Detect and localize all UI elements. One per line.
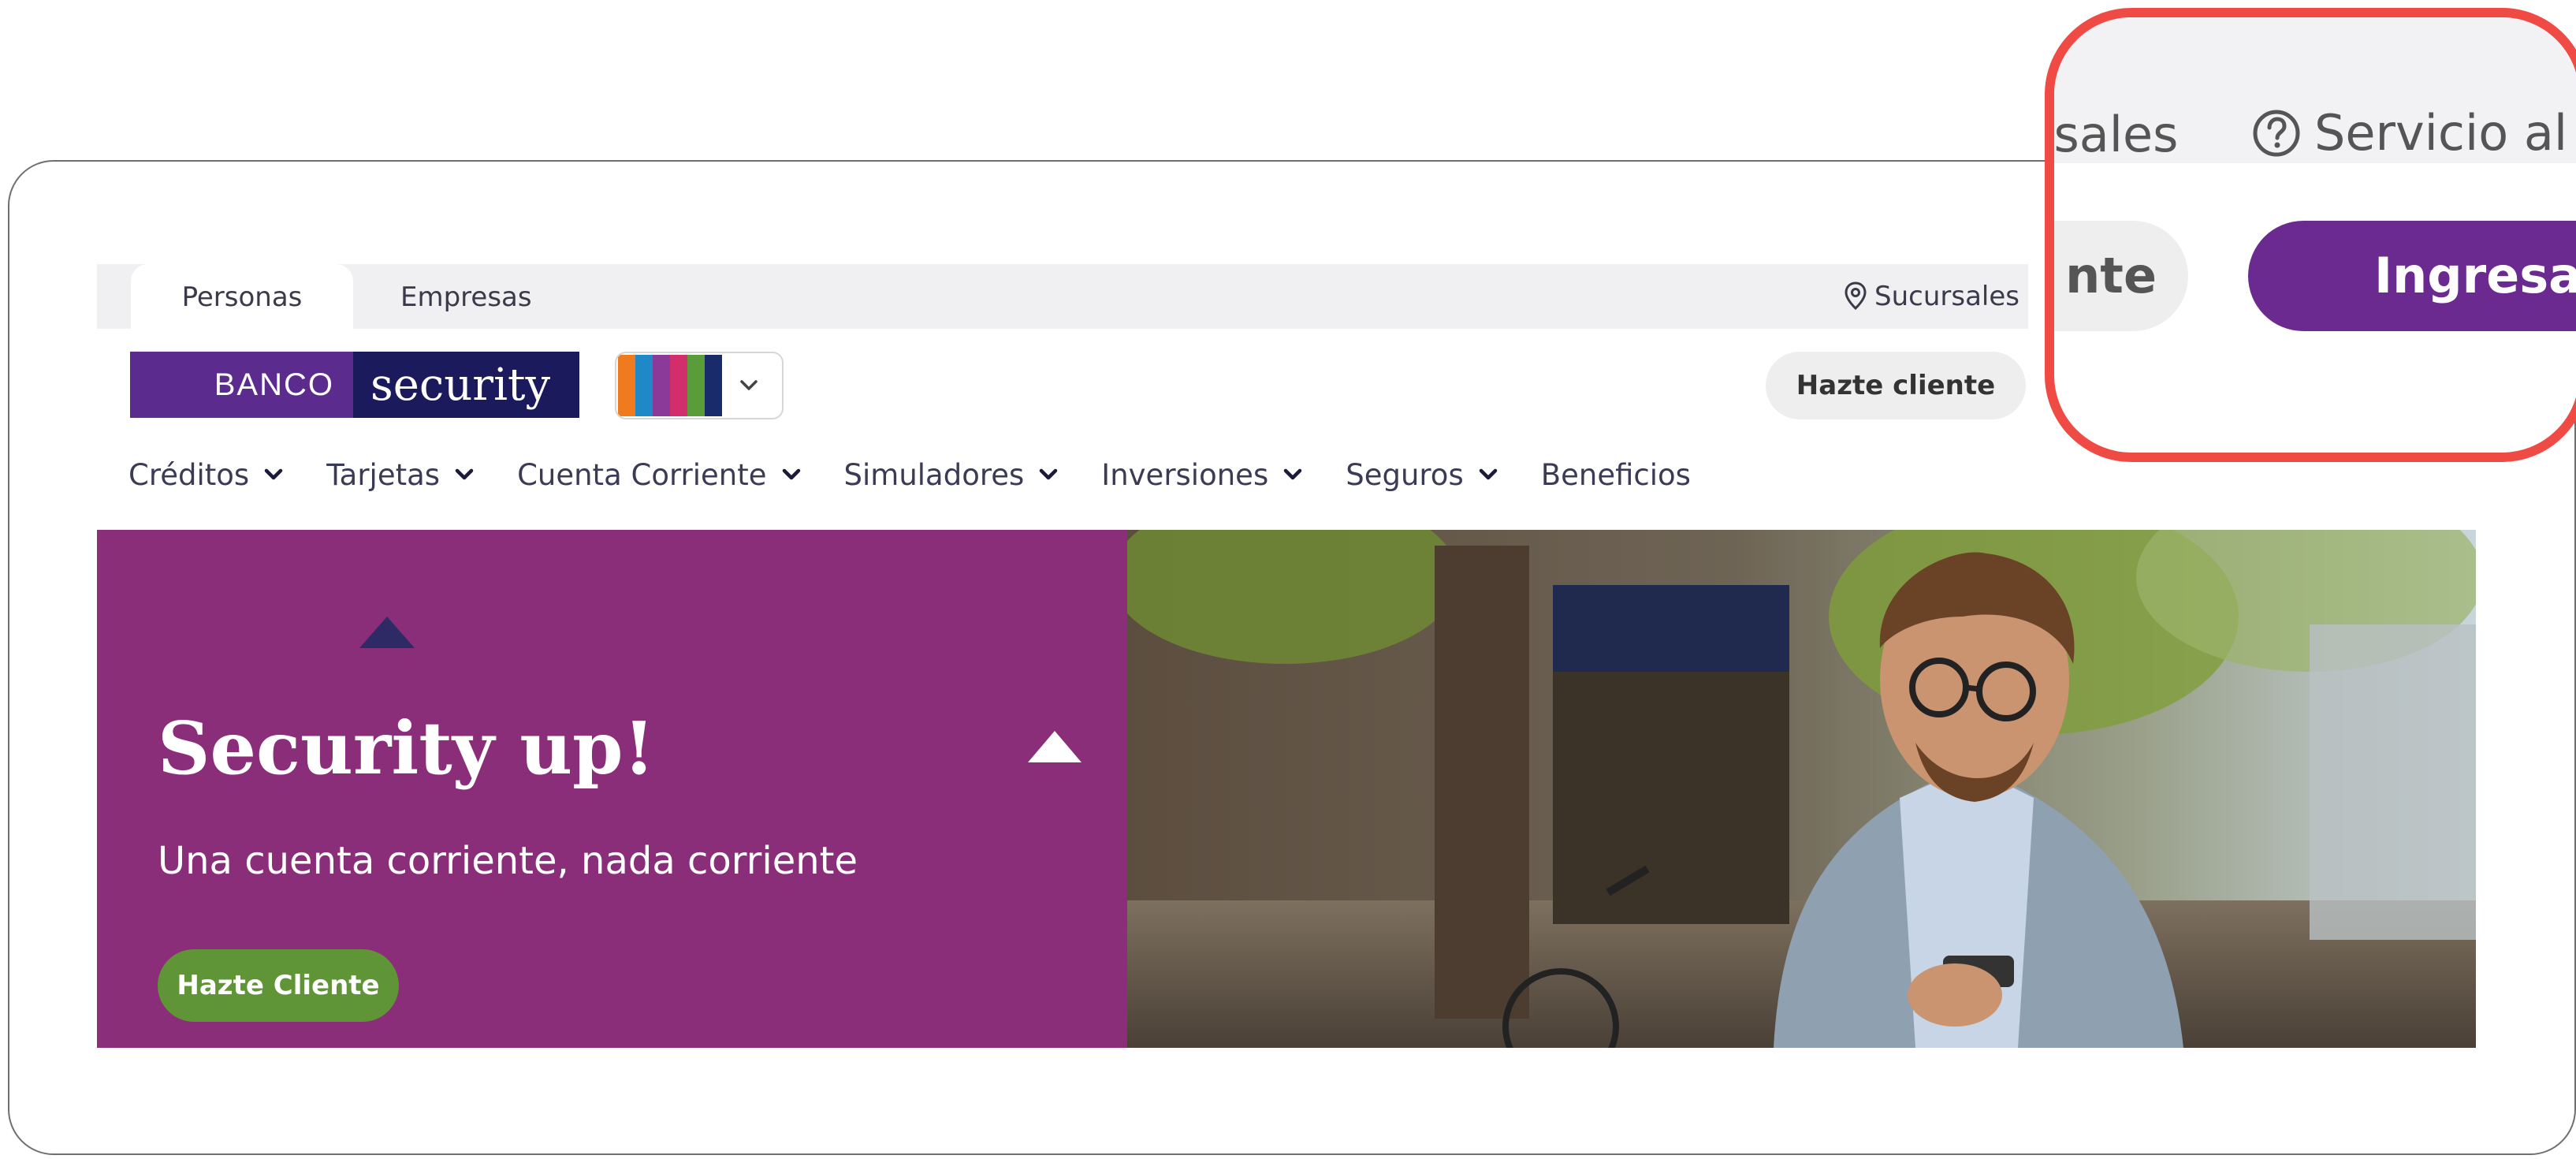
nav-item-label: Cuenta Corriente	[517, 457, 767, 492]
nav-item-seguros[interactable]: Seguros	[1346, 458, 1500, 492]
chevron-down-icon	[264, 468, 283, 480]
hero-hazte-cliente-button[interactable]: Hazte Cliente	[158, 949, 399, 1022]
chevron-down-icon	[455, 468, 474, 480]
segment-bar	[97, 264, 2028, 329]
brand-stripe-4	[687, 355, 705, 416]
chevron-down-icon	[782, 468, 800, 480]
sucursales-label: Sucursales	[1874, 281, 2019, 312]
nav-item-label: Beneficios	[1540, 457, 1691, 492]
tab-empresas[interactable]: Empresas	[400, 264, 532, 330]
nav-item-label: Simuladores	[843, 457, 1025, 492]
zoom-sucursales-link[interactable]: rsales	[2054, 106, 2178, 163]
banco-security-logo[interactable]: BANCO security	[130, 352, 579, 418]
nav-item-simuladores[interactable]: Simuladores	[844, 458, 1061, 492]
brand-stripe-0	[618, 355, 635, 416]
help-label: Servicio al Cl	[2314, 104, 2576, 162]
logo-security: security	[353, 352, 579, 418]
nav-item-créditos[interactable]: Créditos	[128, 458, 285, 492]
hero-subtitle: Una cuenta corriente, nada corriente	[158, 839, 858, 883]
hazte-cliente-button[interactable]: Hazte cliente	[1766, 352, 2026, 419]
nav-item-label: Tarjetas	[326, 457, 441, 492]
brand-selector-dropdown[interactable]	[615, 352, 784, 419]
zoom-hazte-cliente-button[interactable]: nte	[2054, 221, 2188, 331]
nav-item-label: Seguros	[1346, 457, 1464, 492]
sucursales-link[interactable]: Sucursales	[1845, 264, 2019, 329]
nav-item-label: Inversiones	[1101, 457, 1269, 492]
brand-color-stripes	[618, 355, 722, 416]
logo-banco: BANCO	[130, 352, 353, 418]
main-nav: Créditos Tarjetas Cuenta Corriente Simulado…	[128, 451, 1732, 498]
location-pin-icon	[1845, 281, 1867, 311]
hero-photo	[1127, 530, 2476, 1048]
brand-stripe-1	[635, 355, 653, 416]
chevron-down-icon	[740, 380, 758, 390]
nav-item-cuenta-corriente[interactable]: Cuenta Corriente	[517, 458, 802, 492]
brand-stripe-2	[653, 355, 670, 416]
ingresar-button[interactable]: Ingresar	[2248, 221, 2576, 331]
nav-item-label: Créditos	[128, 457, 250, 492]
nav-item-beneficios[interactable]: Beneficios	[1541, 458, 1691, 492]
chevron-down-icon	[1040, 468, 1058, 480]
decor-triangle-dark	[359, 617, 415, 648]
zoom-callout: rsales Servicio al Cl nte Ingresar	[2045, 8, 2576, 462]
chevron-down-icon	[1283, 468, 1302, 480]
nav-item-tarjetas[interactable]: Tarjetas	[326, 458, 476, 492]
brand-stripe-3	[670, 355, 687, 416]
brand-stripe-5	[705, 355, 722, 416]
servicio-al-cliente-link[interactable]: Servicio al Cl	[2251, 104, 2576, 162]
nav-item-inversiones[interactable]: Inversiones	[1101, 458, 1305, 492]
decor-triangle-white	[1028, 731, 1081, 762]
hero-title: Security up!	[158, 706, 655, 791]
chevron-down-icon	[1479, 468, 1497, 480]
tab-personas[interactable]: Personas	[131, 264, 353, 330]
help-circle-icon	[2253, 110, 2300, 156]
